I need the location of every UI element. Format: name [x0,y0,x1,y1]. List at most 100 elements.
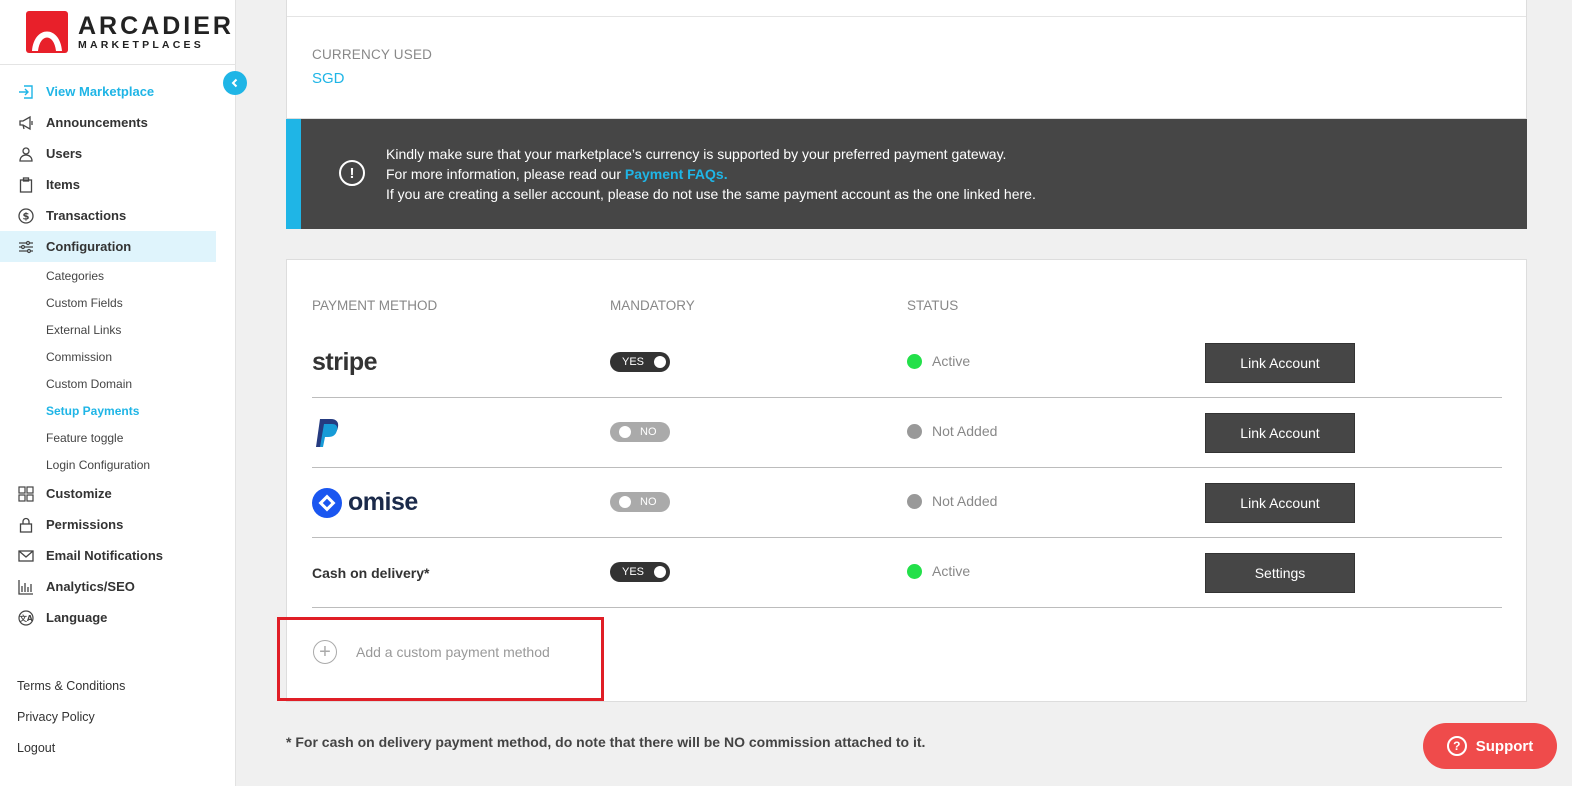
sidebar-item-label: Permissions [46,517,124,532]
sidebar-item-label: Language [46,610,108,625]
link-account-button[interactable]: Link Account [1205,483,1355,523]
notice-line-1: Kindly make sure that your marketplace’s… [386,146,1007,162]
sidebar-subitem-commission[interactable]: Commission [0,343,216,370]
status-dot [907,563,922,579]
plus-circle-icon: + [313,640,337,664]
sidebar: ARCADIER MARKETPLACES View Marketplace A… [0,0,236,786]
sidebar-subitem-categories[interactable]: Categories [0,262,216,289]
terms-link[interactable]: Terms & Conditions [17,672,125,703]
sidebar-item-label: Items [46,177,80,192]
brand-name: ARCADIER [78,11,234,40]
question-icon: ? [1446,736,1467,756]
support-button[interactable]: ? Support [1423,723,1557,769]
status-dot [907,493,922,509]
sidebar-item-configuration[interactable]: Configuration [0,231,216,262]
sidebar-item-view-marketplace[interactable]: View Marketplace [0,76,216,107]
mandatory-toggle[interactable]: NO [610,492,670,512]
sidebar-item-language[interactable]: 文A Language [0,602,216,633]
status-indicator: Active [907,353,970,369]
notice-line-2: For more information, please read our Pa… [386,164,1036,184]
link-account-button[interactable]: Link Account [1205,413,1355,453]
notice-line-3: If you are creating a seller account, pl… [386,186,1036,202]
enter-icon [17,83,35,101]
column-header-mandatory: MANDATORY [610,298,695,313]
sidebar-item-announcements[interactable]: Announcements [0,107,216,138]
mandatory-toggle[interactable]: YES [610,352,670,372]
add-custom-payment-label: Add a custom payment method [356,644,550,660]
status-indicator: Active [907,563,970,579]
stripe-logo: stripe [312,348,378,376]
arcadier-logo-mark [26,11,68,53]
payment-faqs-link[interactable]: Payment FAQs. [625,166,728,182]
divider [287,16,1526,17]
sidebar-item-label: Configuration [46,239,132,254]
sliders-icon [17,238,35,256]
language-icon: 文A [17,609,35,627]
column-header-payment-method: PAYMENT METHOD [312,298,438,313]
payment-row-cash-on-delivery: Cash on delivery* YES Active Settings [312,538,1502,608]
sidebar-item-analytics-seo[interactable]: Analytics/SEO [0,571,216,602]
status-dot [907,353,922,369]
notice-line-2-text: For more information, please read our [386,166,625,182]
lock-icon [17,516,35,534]
sidebar-subitem-external-links[interactable]: External Links [0,316,216,343]
mandatory-toggle[interactable]: YES [610,562,670,582]
sidebar-item-label: Transactions [46,208,127,223]
payment-row-paypal: NO Not Added Link Account [312,398,1502,468]
sidebar-collapse-button[interactable] [223,71,247,95]
omise-icon [312,487,342,518]
sidebar-footer: Terms & Conditions Privacy Policy Logout [17,672,125,765]
sidebar-subitem-setup-payments[interactable]: Setup Payments [0,397,216,424]
sidebar-item-label: Customize [46,486,112,501]
dollar-icon: $ [17,207,35,225]
megaphone-icon [17,114,35,132]
sidebar-subitem-login-configuration[interactable]: Login Configuration [0,451,216,478]
arcadier-logo[interactable]: ARCADIER MARKETPLACES [26,10,234,54]
chevron-left-icon [231,78,238,88]
mandatory-toggle[interactable]: NO [610,422,670,442]
currency-label: CURRENCY USED [312,47,433,62]
payment-row-stripe: stripe YES Active Link Account [312,328,1502,398]
payment-row-omise: omise NO Not Added Link Account [312,468,1502,538]
sidebar-subitem-custom-domain[interactable]: Custom Domain [0,370,216,397]
exclamation-icon: ! [339,160,365,186]
add-custom-payment-method-button[interactable]: + Add a custom payment method [277,617,604,701]
status-dot [907,423,922,439]
bar-chart-icon [17,578,35,596]
mail-icon [17,547,35,565]
sidebar-subitem-custom-fields[interactable]: Custom Fields [0,289,216,316]
svg-text:文A: 文A [19,613,32,623]
logout-link[interactable]: Logout [17,734,125,765]
settings-button[interactable]: Settings [1205,553,1355,593]
privacy-link[interactable]: Privacy Policy [17,703,125,734]
status-indicator: Not Added [907,493,997,509]
sidebar-item-label: Announcements [46,115,148,130]
payment-notice-banner: ! Kindly make sure that your marketplace… [286,119,1527,229]
sidebar-item-label: View Marketplace [46,84,155,99]
sidebar-divider [0,64,236,65]
support-label: Support [1475,737,1534,755]
currency-value: SGD [312,70,345,87]
paypal-logo-icon [312,398,342,467]
sidebar-subitem-feature-toggle[interactable]: Feature toggle [0,424,216,451]
sidebar-item-transactions[interactable]: $ Transactions [0,200,216,231]
clipboard-icon [17,176,35,194]
sidebar-item-customize[interactable]: Customize [0,478,216,509]
sidebar-nav: View Marketplace Announcements Users Ite… [0,76,216,633]
brand-tagline: MARKETPLACES [78,38,204,51]
grid-icon [17,485,35,503]
omise-logo: omise [312,468,418,537]
sidebar-item-permissions[interactable]: Permissions [0,509,216,540]
currency-card: CURRENCY USED SGD [286,0,1527,119]
sidebar-item-items[interactable]: Items [0,169,216,200]
status-indicator: Not Added [907,423,997,439]
cod-footnote: * For cash on delivery payment method, d… [286,734,926,750]
sidebar-item-label: Users [46,146,83,161]
user-icon [17,145,35,163]
column-header-status: STATUS [907,298,959,313]
sidebar-item-email-notifications[interactable]: Email Notifications [0,540,216,571]
link-account-button[interactable]: Link Account [1205,343,1355,383]
sidebar-item-label: Analytics/SEO [46,579,135,594]
sidebar-item-label: Email Notifications [46,548,164,563]
sidebar-item-users[interactable]: Users [0,138,216,169]
